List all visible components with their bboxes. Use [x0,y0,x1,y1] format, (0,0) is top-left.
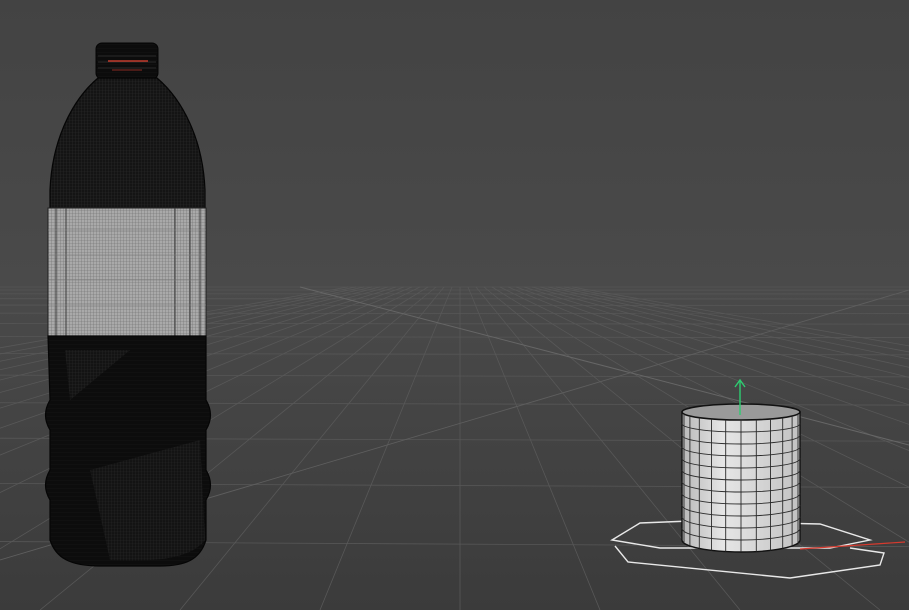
bottle-wireframe-mesh[interactable] [44,42,212,567]
3d-viewport[interactable] [0,0,909,610]
cylinder-mesh[interactable] [681,403,801,553]
bottle-label-band [47,207,207,337]
bottle-cap [95,42,159,80]
